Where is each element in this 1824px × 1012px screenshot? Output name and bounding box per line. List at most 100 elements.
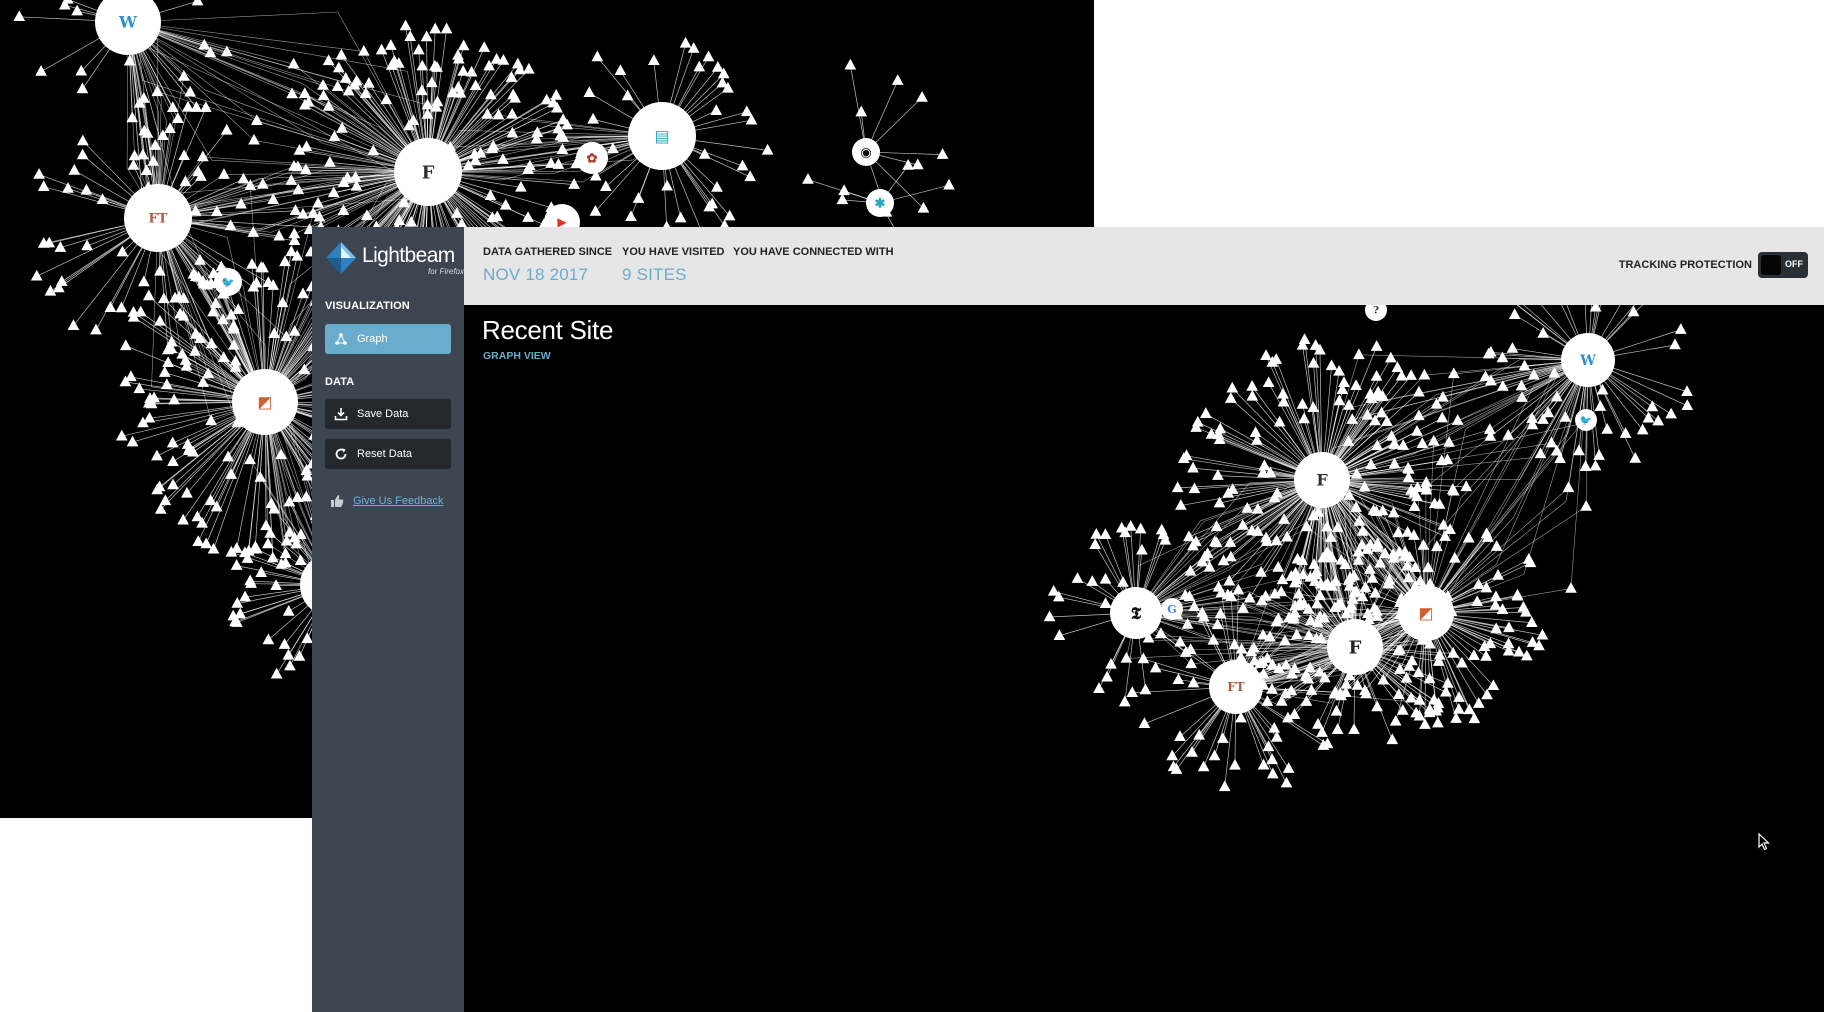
third-party-node[interactable] bbox=[1257, 758, 1270, 770]
third-party-node[interactable] bbox=[621, 89, 634, 101]
reset-data-button[interactable]: Reset Data bbox=[325, 439, 451, 469]
third-party-node[interactable] bbox=[506, 107, 519, 119]
third-party-node[interactable] bbox=[1262, 740, 1275, 752]
third-party-node[interactable] bbox=[744, 170, 756, 182]
third-party-node[interactable] bbox=[1416, 437, 1429, 448]
third-party-node[interactable] bbox=[1413, 694, 1426, 705]
third-party-node[interactable] bbox=[254, 470, 267, 482]
third-party-node[interactable] bbox=[1258, 459, 1271, 471]
third-party-node[interactable] bbox=[1280, 776, 1293, 788]
third-party-node[interactable] bbox=[284, 659, 296, 671]
third-party-node[interactable] bbox=[736, 159, 749, 171]
facebook-site-node[interactable]: F bbox=[394, 138, 462, 206]
third-party-node[interactable] bbox=[591, 50, 604, 62]
third-party-node[interactable] bbox=[76, 148, 89, 160]
third-party-node[interactable] bbox=[176, 347, 189, 359]
third-party-node[interactable] bbox=[1432, 716, 1444, 728]
third-party-node[interactable] bbox=[1226, 381, 1239, 393]
give-feedback-link[interactable]: Give Us Feedback bbox=[353, 495, 443, 507]
third-party-node[interactable] bbox=[224, 219, 237, 231]
third-party-node[interactable] bbox=[1391, 361, 1404, 373]
third-party-node[interactable] bbox=[625, 210, 637, 222]
third-party-node[interactable] bbox=[1312, 718, 1324, 729]
third-party-node[interactable] bbox=[568, 178, 580, 189]
third-party-node[interactable] bbox=[246, 258, 258, 269]
third-party-node[interactable] bbox=[1462, 531, 1475, 543]
third-party-node[interactable] bbox=[1471, 595, 1483, 607]
third-party-node[interactable] bbox=[587, 112, 599, 124]
third-party-node[interactable] bbox=[522, 62, 535, 74]
third-party-node[interactable] bbox=[1589, 459, 1602, 471]
third-party-node[interactable] bbox=[1413, 385, 1425, 397]
office-site-node[interactable]: ◩ bbox=[1398, 585, 1454, 641]
third-party-node[interactable] bbox=[478, 41, 491, 52]
third-party-node[interactable] bbox=[1580, 500, 1592, 511]
third-party-node[interactable] bbox=[1389, 714, 1402, 726]
third-party-node[interactable] bbox=[167, 455, 179, 467]
third-party-node[interactable] bbox=[1224, 392, 1237, 403]
third-party-node[interactable] bbox=[76, 82, 89, 94]
third-party-node[interactable] bbox=[153, 480, 166, 492]
third-party-node[interactable] bbox=[1492, 569, 1504, 580]
third-party-node[interactable] bbox=[178, 149, 190, 161]
third-party-node[interactable] bbox=[550, 89, 563, 100]
third-party-node[interactable] bbox=[492, 108, 505, 120]
third-party-node[interactable] bbox=[674, 211, 687, 223]
third-party-node[interactable] bbox=[1201, 547, 1214, 558]
third-party-node[interactable] bbox=[322, 99, 335, 111]
third-party-node[interactable] bbox=[1185, 657, 1198, 669]
third-party-node[interactable] bbox=[332, 61, 345, 73]
third-party-node[interactable] bbox=[222, 450, 234, 462]
third-party-node[interactable] bbox=[159, 494, 172, 506]
third-party-node[interactable] bbox=[119, 339, 132, 351]
third-party-node[interactable] bbox=[1225, 550, 1237, 562]
third-party-node[interactable] bbox=[1392, 526, 1404, 538]
third-party-node[interactable] bbox=[1296, 398, 1309, 409]
third-party-node[interactable] bbox=[1443, 436, 1455, 447]
third-party-node[interactable] bbox=[1101, 670, 1113, 682]
third-party-node[interactable] bbox=[1525, 616, 1538, 627]
third-party-node[interactable] bbox=[416, 59, 429, 71]
third-party-node[interactable] bbox=[75, 64, 88, 76]
third-party-node[interactable] bbox=[1405, 369, 1417, 380]
third-party-node[interactable] bbox=[1229, 758, 1241, 770]
third-party-node[interactable] bbox=[289, 204, 302, 215]
third-party-node[interactable] bbox=[1172, 673, 1185, 685]
third-party-node[interactable] bbox=[614, 64, 627, 76]
twitter-site-node[interactable]: 🐦 bbox=[214, 268, 242, 296]
third-party-node[interactable] bbox=[1601, 423, 1614, 434]
third-party-node[interactable] bbox=[1642, 411, 1655, 423]
third-party-node[interactable] bbox=[1384, 351, 1397, 363]
third-party-node[interactable] bbox=[1386, 733, 1399, 745]
third-party-node[interactable] bbox=[457, 39, 470, 51]
third-party-node[interactable] bbox=[76, 134, 89, 146]
third-party-node[interactable] bbox=[802, 173, 814, 184]
third-party-node[interactable] bbox=[1480, 649, 1492, 661]
third-party-node[interactable] bbox=[1282, 762, 1295, 773]
third-party-node[interactable] bbox=[202, 367, 215, 379]
third-party-node[interactable] bbox=[1174, 730, 1186, 741]
third-party-node[interactable] bbox=[1171, 481, 1184, 493]
third-party-node[interactable] bbox=[1411, 424, 1423, 436]
bitly-site-node[interactable]: ✿ bbox=[576, 142, 608, 174]
third-party-node[interactable] bbox=[599, 180, 612, 191]
third-party-node[interactable] bbox=[270, 579, 282, 590]
third-party-node[interactable] bbox=[936, 148, 949, 159]
third-party-node[interactable] bbox=[1518, 359, 1531, 371]
third-party-node[interactable] bbox=[1371, 700, 1383, 712]
third-party-node[interactable] bbox=[133, 382, 146, 394]
third-party-node[interactable] bbox=[1071, 572, 1084, 583]
third-party-node[interactable] bbox=[179, 175, 192, 187]
third-party-node[interactable] bbox=[1350, 379, 1362, 391]
third-party-node[interactable] bbox=[1325, 359, 1338, 371]
third-party-node[interactable] bbox=[711, 181, 723, 192]
third-party-node[interactable] bbox=[1138, 717, 1151, 729]
third-party-node[interactable] bbox=[1508, 308, 1521, 319]
google-site-node[interactable]: G bbox=[1161, 598, 1183, 620]
third-party-node[interactable] bbox=[1579, 460, 1592, 471]
third-party-node[interactable] bbox=[273, 229, 285, 241]
third-party-node[interactable] bbox=[339, 72, 352, 83]
third-party-node[interactable] bbox=[711, 60, 724, 72]
third-party-node[interactable] bbox=[1246, 389, 1259, 401]
third-party-node[interactable] bbox=[1186, 746, 1198, 757]
